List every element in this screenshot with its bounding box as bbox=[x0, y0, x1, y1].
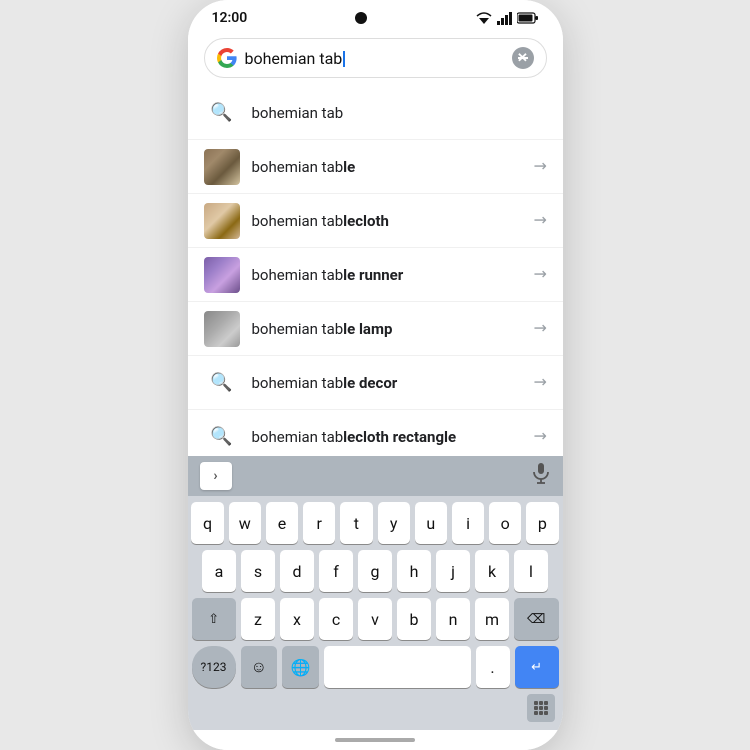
key-g[interactable]: g bbox=[358, 550, 392, 592]
arrow-fill-icon: ↙ bbox=[528, 317, 551, 340]
chevron-right-icon: › bbox=[213, 468, 217, 484]
key-p[interactable]: p bbox=[526, 502, 558, 544]
backspace-key[interactable]: ⌫ bbox=[514, 598, 559, 640]
key-j[interactable]: j bbox=[436, 550, 470, 592]
key-x[interactable]: x bbox=[280, 598, 314, 640]
key-a[interactable]: a bbox=[202, 550, 236, 592]
key-l[interactable]: l bbox=[514, 550, 548, 592]
arrow-fill-icon: ↙ bbox=[528, 209, 551, 232]
keyboard-row-2: a s d f g h j k l bbox=[192, 550, 559, 592]
search-icon: 🔍 bbox=[204, 95, 240, 131]
key-m[interactable]: m bbox=[475, 598, 509, 640]
suggestion-item[interactable]: 🔍 bohemian table decor ↙ bbox=[188, 356, 563, 410]
key-w[interactable]: w bbox=[229, 502, 261, 544]
arrow-fill-icon: ↙ bbox=[528, 425, 551, 448]
key-n[interactable]: n bbox=[436, 598, 470, 640]
battery-icon bbox=[517, 12, 539, 24]
home-bar-line bbox=[335, 738, 415, 742]
status-icons bbox=[475, 11, 539, 25]
key-o[interactable]: o bbox=[489, 502, 521, 544]
home-bar bbox=[188, 730, 563, 750]
enter-key[interactable]: ↵ bbox=[515, 646, 559, 688]
key-u[interactable]: u bbox=[415, 502, 447, 544]
arrow-fill-icon: ↙ bbox=[528, 371, 551, 394]
arrow-fill-icon: ↙ bbox=[528, 155, 551, 178]
suggestion-thumbnail bbox=[204, 149, 240, 185]
suggestion-item[interactable]: 🔍 bohemian tablecloth rectangle ↙ bbox=[188, 410, 563, 456]
space-key[interactable] bbox=[324, 646, 471, 688]
key-d[interactable]: d bbox=[280, 550, 314, 592]
suggestion-text: bohemian tablecloth rectangle bbox=[252, 428, 526, 446]
emoji-key[interactable]: ☺ bbox=[241, 646, 278, 688]
camera-cutout bbox=[355, 12, 367, 24]
google-logo bbox=[217, 48, 237, 68]
suggestion-thumbnail bbox=[204, 311, 240, 347]
key-t[interactable]: t bbox=[340, 502, 372, 544]
key-e[interactable]: e bbox=[266, 502, 298, 544]
key-q[interactable]: q bbox=[191, 502, 223, 544]
suggestion-item[interactable]: bohemian table lamp ↙ bbox=[188, 302, 563, 356]
status-time: 12:00 bbox=[212, 10, 248, 26]
key-b[interactable]: b bbox=[397, 598, 431, 640]
key-r[interactable]: r bbox=[303, 502, 335, 544]
key-f[interactable]: f bbox=[319, 550, 353, 592]
suggestion-item[interactable]: bohemian table runner ↙ bbox=[188, 248, 563, 302]
suggestion-item[interactable]: bohemian table ↙ bbox=[188, 140, 563, 194]
status-bar: 12:00 bbox=[188, 0, 563, 30]
suggestion-thumbnail bbox=[204, 257, 240, 293]
suggestion-item[interactable]: 🔍 bohemian tab bbox=[188, 86, 563, 140]
key-c[interactable]: c bbox=[319, 598, 353, 640]
microphone-icon bbox=[531, 462, 551, 484]
search-bar[interactable]: bohemian tab ✕ bbox=[204, 38, 547, 78]
shift-key[interactable]: ⇧ bbox=[192, 598, 237, 640]
search-bar-container: bohemian tab ✕ bbox=[188, 30, 563, 86]
key-h[interactable]: h bbox=[397, 550, 431, 592]
search-icon: 🔍 bbox=[204, 365, 240, 401]
keyboard-area: › q w e r t y u i bbox=[188, 456, 563, 730]
keyboard-row-4: ?123 ☺ 🌐 . ↵ bbox=[192, 646, 559, 688]
arrow-fill-icon: ↙ bbox=[528, 263, 551, 286]
grid-icon bbox=[534, 701, 548, 715]
suggestion-thumbnail bbox=[204, 203, 240, 239]
suggestions-list: 🔍 bohemian tab bohemian table ↙ bohemian… bbox=[188, 86, 563, 456]
keyboard-rows: q w e r t y u i o p a s d f g h j k bbox=[188, 496, 563, 692]
suggestion-text: bohemian tablecloth bbox=[252, 212, 526, 230]
keyboard-row-1: q w e r t y u i o p bbox=[192, 502, 559, 544]
keyboard-grid-icon[interactable] bbox=[527, 694, 555, 722]
clear-button[interactable]: ✕ bbox=[512, 47, 534, 69]
suggestion-item[interactable]: bohemian tablecloth ↙ bbox=[188, 194, 563, 248]
suggestion-text: bohemian table bbox=[252, 158, 526, 176]
keyboard-toolbar: › bbox=[188, 456, 563, 496]
key-z[interactable]: z bbox=[241, 598, 275, 640]
phone-shell: 12:00 bbox=[188, 0, 563, 750]
search-input[interactable]: bohemian tab bbox=[245, 49, 504, 68]
suggestion-text: bohemian tab bbox=[252, 104, 547, 122]
period-key[interactable]: . bbox=[476, 646, 510, 688]
key-k[interactable]: k bbox=[475, 550, 509, 592]
key-s[interactable]: s bbox=[241, 550, 275, 592]
key-i[interactable]: i bbox=[452, 502, 484, 544]
globe-key[interactable]: 🌐 bbox=[282, 646, 319, 688]
suggestion-text: bohemian table decor bbox=[252, 374, 526, 392]
keyboard-row-3: ⇧ z x c v b n m ⌫ bbox=[192, 598, 559, 640]
microphone-button[interactable] bbox=[531, 462, 551, 490]
suggestion-text: bohemian table lamp bbox=[252, 320, 526, 338]
key-v[interactable]: v bbox=[358, 598, 392, 640]
signal-icon bbox=[497, 11, 513, 25]
numbers-key[interactable]: ?123 bbox=[192, 646, 236, 688]
key-y[interactable]: y bbox=[378, 502, 410, 544]
keyboard-bottom bbox=[188, 692, 563, 730]
toolbar-expand-button[interactable]: › bbox=[200, 462, 232, 490]
wifi-icon bbox=[475, 11, 493, 25]
search-icon: 🔍 bbox=[204, 419, 240, 455]
suggestion-text: bohemian table runner bbox=[252, 266, 526, 284]
